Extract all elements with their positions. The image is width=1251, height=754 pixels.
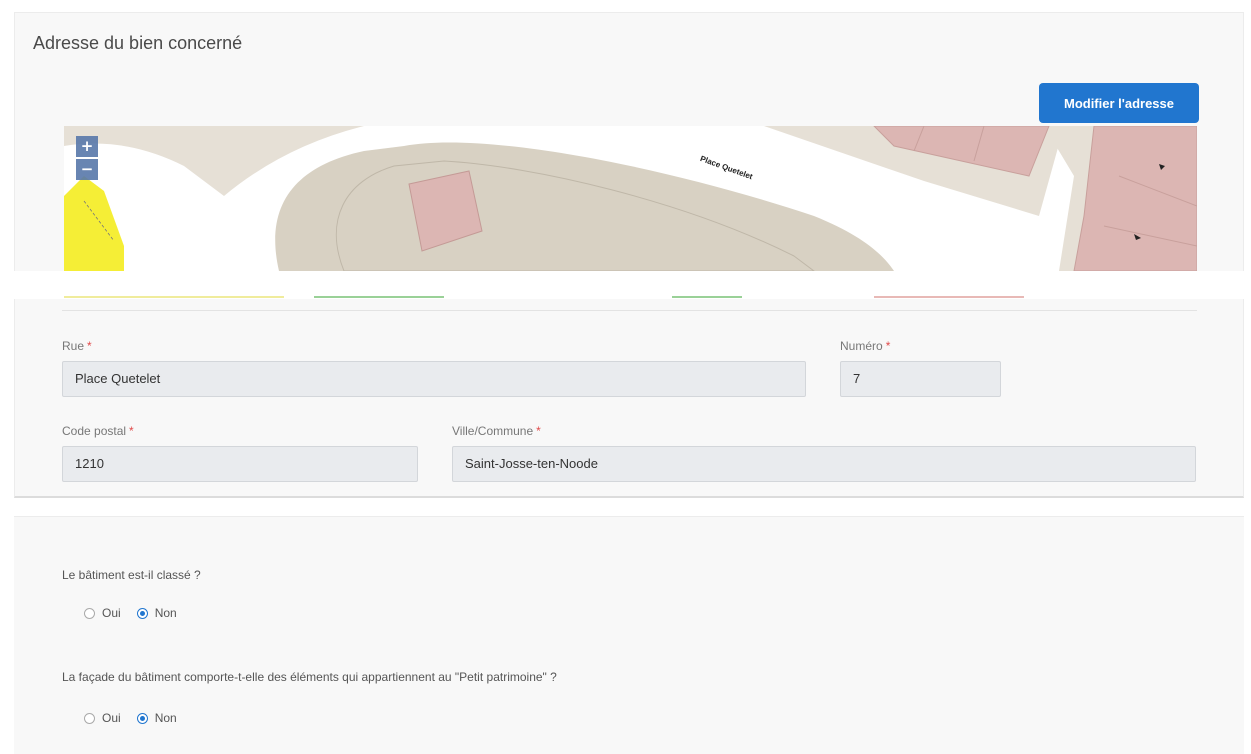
number-field[interactable]: 7 <box>840 361 1001 397</box>
street-label: Rue * <box>62 339 92 353</box>
city-label: Ville/Commune * <box>452 424 541 438</box>
map-tiles <box>64 126 1197 271</box>
postal-code-field[interactable]: 1210 <box>62 446 418 482</box>
radio-button[interactable] <box>84 607 95 619</box>
map-view[interactable]: + − Place Quetelet <box>64 126 1197 271</box>
radio-label: Non <box>154 606 177 620</box>
radio-group-classified: Oui Non <box>84 606 193 620</box>
radio-option-non[interactable]: Non <box>136 711 177 725</box>
radio-button-selected[interactable] <box>136 607 148 619</box>
city-field[interactable]: Saint-Josse-ten-Noode <box>452 446 1196 482</box>
radio-button-selected[interactable] <box>136 712 148 724</box>
divider <box>62 310 1197 311</box>
question-petit-patrimoine: La façade du bâtiment comporte-t-elle de… <box>62 670 557 684</box>
radio-group-petit-patrimoine: Oui Non <box>84 711 193 725</box>
zoom-in-button[interactable]: + <box>76 136 98 157</box>
edit-address-button[interactable]: Modifier l'adresse <box>1039 83 1199 123</box>
radio-option-oui[interactable]: Oui <box>84 606 121 620</box>
radio-label: Oui <box>102 606 121 620</box>
question-classified: Le bâtiment est-il classé ? <box>62 568 201 582</box>
address-card-title: Adresse du bien concerné <box>33 33 243 53</box>
radio-option-non[interactable]: Non <box>136 606 177 620</box>
radio-label: Non <box>154 711 177 725</box>
radio-button[interactable] <box>84 712 95 724</box>
questions-card <box>14 516 1244 754</box>
street-field[interactable]: Place Quetelet <box>62 361 806 397</box>
map-overlay-gap <box>0 271 1251 299</box>
zoom-out-button[interactable]: − <box>76 159 98 180</box>
radio-option-oui[interactable]: Oui <box>84 711 121 725</box>
number-label: Numéro * <box>840 339 891 353</box>
map-bottom-strip <box>64 296 1197 300</box>
postal-code-label: Code postal * <box>62 424 134 438</box>
map-zoom-controls: + − <box>76 136 98 180</box>
radio-label: Oui <box>102 711 121 725</box>
